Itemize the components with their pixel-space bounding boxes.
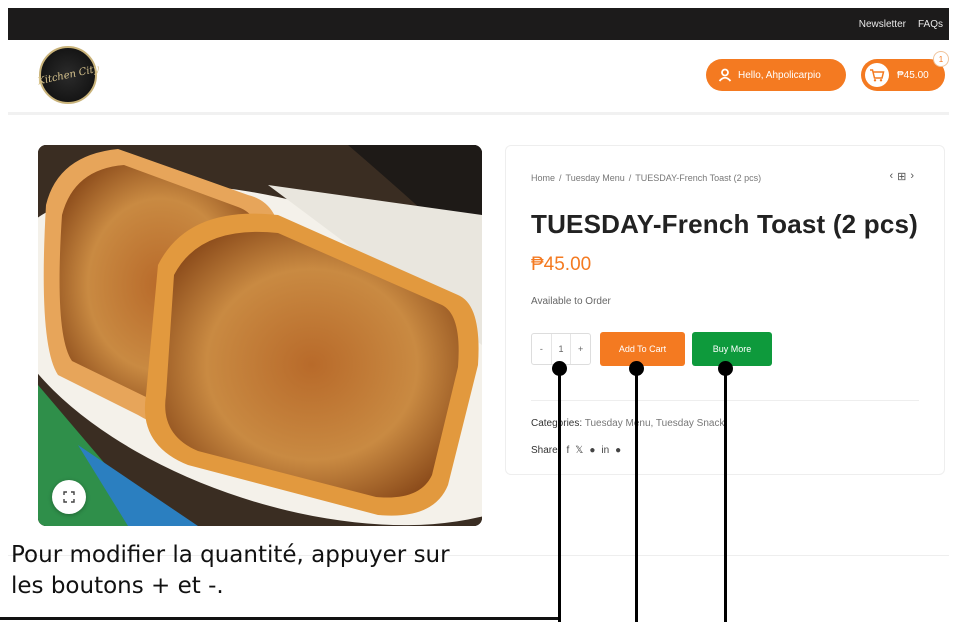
faqs-link[interactable]: FAQs (918, 19, 943, 30)
next-product-icon[interactable]: › (910, 170, 914, 183)
prev-product-icon[interactable]: ‹ (889, 170, 893, 183)
account-button[interactable]: Hello, Ahpolicarpio (706, 59, 846, 91)
cart-total: ₱45.00 (897, 69, 929, 81)
product-share: Share: f 𝕏 ● in ● (531, 445, 621, 456)
quantity-input[interactable]: 1 (550, 334, 572, 364)
facebook-icon[interactable]: f (566, 445, 569, 456)
linkedin-icon[interactable]: in (601, 445, 609, 456)
buy-more-button[interactable]: Buy More (692, 332, 772, 366)
pointer-buy-more (718, 361, 733, 622)
annotation-text: Pour modifier la quantité, appuyer sur l… (11, 542, 450, 599)
stock-status: Available to Order (531, 296, 611, 307)
grid-icon[interactable]: ⊞ (897, 170, 906, 183)
x-icon[interactable]: 𝕏 (575, 445, 583, 456)
pointer-dot (718, 361, 733, 376)
product-navigation: ‹ ⊞ › (889, 170, 914, 183)
share-label: Share: (531, 445, 561, 456)
product-price: ₱45.00 (531, 254, 592, 275)
site-header: Kitchen City Hello, Ahpolicarpio ₱45.00 … (8, 40, 949, 115)
french-toast-photo (38, 145, 482, 526)
categories-links[interactable]: Tuesday Menu, Tuesday Snack (585, 418, 725, 429)
telegram-icon[interactable]: ● (615, 445, 621, 456)
account-greeting: Hello, Ahpolicarpio (738, 69, 821, 81)
add-to-cart-button[interactable]: Add To Cart (600, 332, 685, 366)
cart-count-badge: 1 (933, 51, 949, 67)
quantity-plus-button[interactable]: + (571, 344, 590, 354)
cart-button[interactable]: ₱45.00 1 (861, 51, 949, 91)
pinterest-icon[interactable]: ● (589, 445, 595, 456)
pointer-dot (629, 361, 644, 376)
cart-icon (870, 69, 885, 82)
expand-icon (63, 491, 75, 503)
newsletter-link[interactable]: Newsletter (859, 19, 906, 30)
product-image[interactable] (38, 145, 482, 526)
site-logo[interactable]: Kitchen City (36, 46, 100, 104)
annotation-underline (0, 617, 560, 620)
zoom-image-button[interactable] (52, 480, 86, 514)
breadcrumb-current: TUESDAY-French Toast (2 pcs) (635, 173, 762, 183)
top-bar: Newsletter FAQs (8, 8, 949, 40)
breadcrumb: Home / Tuesday Menu / TUESDAY-French Toast (… (531, 173, 762, 183)
logo-text: Kitchen City (36, 63, 100, 87)
categories-label: Categories: (531, 418, 583, 429)
pointer-add-to-cart (629, 361, 644, 622)
cart-icon-wrap (865, 63, 889, 87)
breadcrumb-home[interactable]: Home (531, 173, 555, 183)
product-title: TUESDAY-French Toast (2 pcs) (531, 209, 919, 239)
pointer-quantity (552, 361, 567, 622)
pointer-dot (552, 361, 567, 376)
quantity-minus-button[interactable]: - (532, 344, 551, 354)
user-icon (718, 68, 732, 82)
breadcrumb-category[interactable]: Tuesday Menu (566, 173, 625, 183)
